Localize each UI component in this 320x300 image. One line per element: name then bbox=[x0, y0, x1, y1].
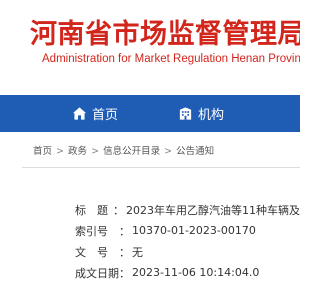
breadcrumb: 首页 > 政务 > 信息公开目录 > 公告通知 bbox=[33, 145, 214, 159]
meta-row-index: 索引号： 10370-01-2023-00170 bbox=[75, 224, 256, 238]
building-icon bbox=[179, 107, 192, 120]
nav-label-org: 机构 bbox=[198, 108, 225, 123]
breadcrumb-info-catalog[interactable]: 信息公开目录 bbox=[103, 146, 160, 157]
nav-label-home: 首页 bbox=[92, 108, 119, 123]
meta-row-date: 成文日期： 2023-11-06 10:14:04.0 bbox=[75, 266, 260, 280]
breadcrumb-affairs[interactable]: 政务 bbox=[68, 146, 87, 157]
meta-date-label: 成文日期 bbox=[75, 266, 119, 280]
breadcrumb-separator: > bbox=[56, 146, 65, 157]
home-icon bbox=[72, 107, 87, 120]
meta-index-label: 索引号 bbox=[75, 224, 108, 238]
meta-doc-label: 文 号 bbox=[75, 245, 108, 259]
main-nav: 首页 机构 bbox=[0, 95, 300, 132]
meta-title-value: 2023年车用乙醇汽油等11种车辆及 bbox=[126, 203, 300, 217]
breadcrumb-separator: > bbox=[164, 146, 173, 157]
nav-item-org[interactable]: 机构 bbox=[178, 95, 224, 132]
site-header: 河南省市场监督管理局 Administration for Market Reg… bbox=[0, 0, 300, 95]
breadcrumb-home[interactable]: 首页 bbox=[33, 146, 52, 157]
meta-doc-value: 无 bbox=[132, 245, 143, 259]
meta-row-title: 标 题： 2023年车用乙醇汽油等11种车辆及 bbox=[75, 203, 300, 217]
meta-index-value: 10370-01-2023-00170 bbox=[132, 224, 256, 237]
divider bbox=[22, 167, 300, 168]
breadcrumb-notices[interactable]: 公告通知 bbox=[176, 146, 214, 157]
nav-item-home[interactable]: 首页 bbox=[72, 95, 118, 132]
meta-row-doc-number: 文 号： 无 bbox=[75, 245, 143, 259]
site-title[interactable]: 河南省市场监督管理局 bbox=[30, 20, 300, 50]
site-subtitle-en: Administration for Market Regulation Hen… bbox=[42, 53, 300, 65]
meta-date-value: 2023-11-06 10:14:04.0 bbox=[132, 266, 260, 279]
meta-title-label: 标 题 bbox=[75, 203, 108, 217]
breadcrumb-separator: > bbox=[91, 146, 100, 157]
document-meta: 标 题： 2023年车用乙醇汽油等11种车辆及 索引号： 10370-01-20… bbox=[75, 199, 300, 283]
